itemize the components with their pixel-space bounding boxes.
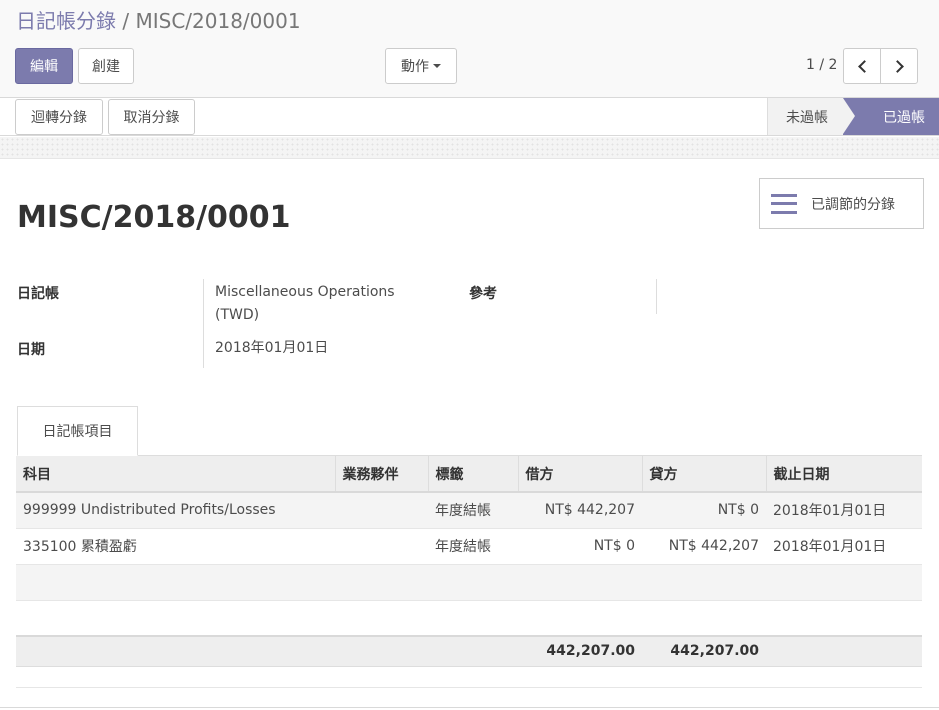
cell-debit: NT$ 0	[518, 528, 642, 565]
pager-previous-button[interactable]	[843, 48, 881, 84]
create-button[interactable]: 創建	[78, 48, 134, 84]
cell-maturity: 2018年01月01日	[766, 492, 922, 529]
cancel-entry-button[interactable]: 取消分錄	[108, 99, 195, 135]
pager-next-button[interactable]	[880, 48, 918, 84]
column-header-account[interactable]: 科目	[16, 456, 336, 493]
record-title: MISC/2018/0001	[17, 200, 291, 235]
table-header-row: 科目 業務夥伴 標籤 借方 貸方 截止日期	[16, 456, 922, 493]
edit-button[interactable]: 編輯	[15, 48, 73, 84]
breadcrumb-separator: /	[122, 9, 130, 33]
status-bar: 未過帳 已過帳	[767, 98, 939, 135]
reconciled-entries-button[interactable]: 已調節的分錄	[759, 178, 924, 229]
totals-row: 442,207.00 442,207.00	[16, 636, 922, 667]
column-header-partner[interactable]: 業務夥伴	[335, 456, 429, 493]
cell-account: 335100 累積盈虧	[16, 528, 335, 565]
cell-label: 年度結帳	[428, 528, 518, 565]
cell-account: 999999 Undistributed Profits/Losses	[16, 492, 335, 529]
caret-down-icon	[433, 64, 441, 68]
action-dropdown-label: 動作	[401, 59, 429, 75]
breadcrumb: 日記帳分錄 / MISC/2018/0001	[16, 8, 301, 34]
total-credit: 442,207.00	[642, 636, 766, 667]
tab-journal-items[interactable]: 日記帳項目	[17, 406, 138, 456]
form-header: 迴轉分錄 取消分錄 未過帳 已過帳	[0, 98, 939, 136]
breadcrumb-current: MISC/2018/0001	[135, 9, 301, 33]
journal-value-line2[interactable]: (TWD)	[215, 304, 259, 327]
reference-label: 參考	[469, 286, 497, 302]
field-divider	[656, 279, 657, 314]
field-divider	[203, 279, 204, 368]
table-row[interactable]: 335100 累積盈虧 年度結帳 NT$ 0 NT$ 442,207 2018年…	[16, 528, 922, 565]
chevron-right-icon	[890, 59, 904, 73]
cell-maturity: 2018年01月01日	[766, 528, 922, 565]
cell-partner	[335, 492, 428, 529]
cell-debit: NT$ 442,207	[518, 492, 642, 529]
table-row[interactable]: 999999 Undistributed Profits/Losses 年度結帳…	[16, 492, 922, 529]
status-draft[interactable]: 未過帳	[767, 98, 843, 135]
date-label: 日期	[17, 342, 45, 358]
reverse-entry-button[interactable]: 迴轉分錄	[15, 99, 103, 135]
table-footer-divider	[16, 687, 922, 688]
journal-value-line1[interactable]: Miscellaneous Operations	[215, 281, 395, 304]
chevron-left-icon	[857, 59, 871, 73]
column-header-label[interactable]: 標籤	[428, 456, 519, 493]
journal-label: 日記帳	[17, 286, 59, 302]
empty-row	[16, 564, 922, 601]
cell-partner	[335, 528, 428, 565]
date-value[interactable]: 2018年01月01日	[215, 337, 328, 360]
bars-icon	[771, 193, 797, 214]
action-dropdown[interactable]: 動作	[385, 48, 457, 84]
cell-credit: NT$ 0	[642, 492, 766, 529]
breadcrumb-parent-link[interactable]: 日記帳分錄	[16, 9, 116, 33]
journal-items-table: 科目 業務夥伴 標籤 借方 貸方 截止日期 999999 Undistribut…	[16, 456, 922, 667]
empty-row	[16, 600, 922, 637]
sheet-top-background	[0, 137, 939, 159]
sheet-bottom-border	[0, 707, 939, 708]
pager-value[interactable]: 1 / 2	[806, 57, 837, 73]
cell-credit: NT$ 442,207	[642, 528, 766, 565]
cell-label: 年度結帳	[428, 492, 518, 529]
column-header-debit[interactable]: 借方	[518, 456, 643, 493]
column-header-maturity[interactable]: 截止日期	[766, 456, 922, 493]
reconciled-entries-label: 已調節的分錄	[811, 196, 895, 213]
control-panel: 日記帳分錄 / MISC/2018/0001 編輯 創建 動作 1 / 2	[0, 0, 939, 98]
column-header-credit[interactable]: 貸方	[642, 456, 767, 493]
total-debit: 442,207.00	[518, 636, 642, 667]
status-posted[interactable]: 已過帳	[843, 98, 939, 135]
